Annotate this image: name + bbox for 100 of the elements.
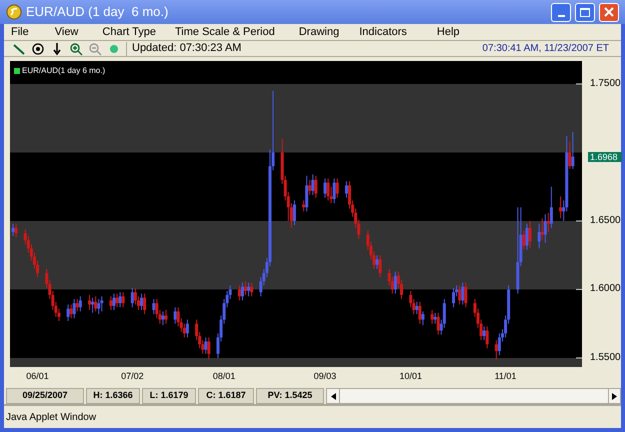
window-title: EUR/AUD (1 day 6 mo.) [26, 3, 168, 22]
candlestick [240, 282, 244, 301]
candlestick [550, 186, 553, 228]
menu-item[interactable]: Help [434, 24, 463, 40]
candlestick [378, 254, 382, 278]
zoom-out-icon[interactable] [88, 42, 102, 56]
candlestick [308, 179, 312, 196]
candlestick [161, 310, 164, 326]
candlestick [14, 223, 18, 238]
menu-item[interactable]: File [8, 24, 32, 40]
candlestick [91, 297, 94, 314]
date-axis-label: 07/02 [121, 371, 144, 382]
candlestick [326, 178, 330, 201]
candlestick [494, 340, 498, 360]
menu-item[interactable]: Indicators [356, 24, 410, 40]
candlestick [66, 304, 70, 322]
candlestick [292, 200, 296, 226]
zoom-in-icon[interactable] [69, 42, 83, 56]
candlestick [336, 178, 339, 198]
candlestick [436, 312, 440, 336]
status-cell: 09/25/2007 [6, 388, 84, 404]
candlestick [394, 271, 397, 294]
candlestick [486, 326, 489, 349]
candlestick [70, 304, 73, 319]
horizontal-scrollbar[interactable] [326, 388, 621, 404]
price-axis-label: 1.6500 [590, 214, 621, 227]
candlestick [122, 292, 125, 308]
candlestick [525, 223, 528, 250]
status-cell: C: 1.6187 [198, 388, 254, 404]
candlestick [250, 282, 254, 297]
clock-time: 07:30:41 AM, 11/23/2007 ET [482, 42, 609, 56]
status-cell: PV: 1.5425 [256, 388, 324, 404]
candlestick [376, 254, 379, 270]
candlestick [546, 212, 550, 232]
candlestick [458, 284, 462, 306]
candlestick [12, 223, 15, 237]
candlestick [72, 298, 76, 319]
candlestick [97, 298, 100, 315]
candlestick [186, 319, 189, 338]
line-tool-icon[interactable] [12, 42, 26, 56]
candlestick [244, 280, 248, 296]
updated-time: Updated: 07:30:23 AM [132, 41, 242, 56]
maximize-button[interactable] [575, 2, 595, 22]
legend-label: EUR/AUD(1 day 6 mo.) [22, 65, 106, 77]
target-icon[interactable] [31, 42, 45, 56]
candlestick [109, 296, 112, 311]
candlestick [94, 296, 98, 312]
candlestick [571, 131, 574, 170]
price-axis-label: 1.5500 [590, 352, 621, 364]
date-axis-label: 06/01 [26, 371, 49, 382]
candlestick [461, 282, 464, 306]
minimize-icon [558, 14, 564, 16]
menu-item[interactable]: Drawing [296, 24, 342, 40]
candlestick [164, 310, 168, 324]
candlestick [152, 298, 156, 315]
candlestick [238, 284, 241, 301]
candlestick [332, 178, 336, 204]
legend-swatch [14, 68, 20, 74]
menu-item[interactable]: Chart Type [99, 24, 159, 40]
candlestick [434, 312, 437, 324]
candlestick [207, 336, 210, 360]
date-axis-label: 10/01 [399, 371, 422, 382]
candlestick [140, 293, 144, 311]
candlestick [314, 175, 318, 198]
candlestick [430, 310, 434, 324]
candlestick [418, 301, 422, 324]
price-axis-label: 1.6000 [590, 283, 621, 296]
candlestick [118, 292, 122, 308]
candlestick [204, 336, 208, 354]
candlestick [540, 218, 544, 241]
app-icon [6, 4, 22, 20]
candlestick [174, 306, 177, 324]
candlestick [78, 296, 82, 312]
candlestick [538, 223, 541, 249]
candlestick [528, 220, 532, 249]
date-axis-label: 08/01 [212, 371, 236, 382]
candlestick [302, 200, 306, 212]
candlestick [498, 332, 501, 356]
last-price-tag: 1.6968 [588, 152, 622, 162]
candlestick [100, 296, 104, 312]
candlestick [311, 174, 314, 196]
candlestick [130, 288, 134, 308]
candlestick [464, 282, 468, 308]
candlestick [544, 214, 547, 244]
candlestick [88, 294, 92, 311]
candlestick [247, 282, 250, 297]
candlestick [305, 175, 308, 212]
menu-item[interactable]: View [52, 24, 82, 40]
candlestick [143, 293, 146, 315]
candlestick [415, 301, 418, 315]
minimize-button[interactable] [551, 2, 571, 22]
candlestick [482, 326, 486, 341]
close-icon [604, 7, 614, 17]
maximize-icon [580, 8, 590, 16]
candlestick [344, 180, 348, 198]
menu-item[interactable]: Time Scale & Period [172, 24, 278, 40]
candlestick [559, 196, 562, 219]
close-button[interactable] [599, 2, 619, 22]
candlestick [522, 230, 526, 250]
applet-status-text: Java Applet Window [6, 410, 96, 424]
